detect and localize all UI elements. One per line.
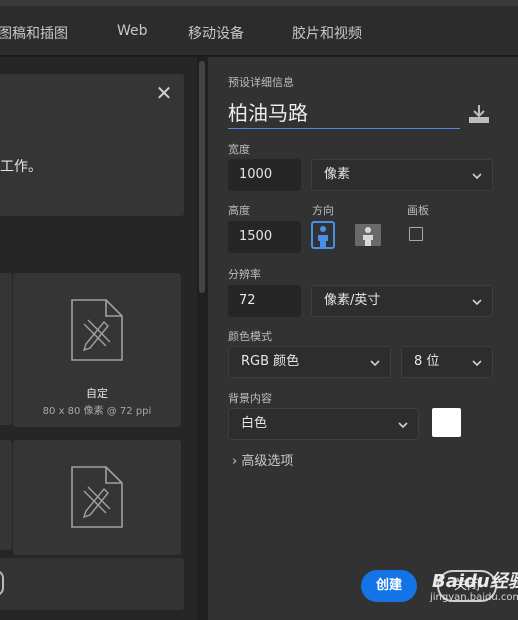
width-unit-select[interactable]: 像素: [311, 159, 493, 191]
create-button[interactable]: 创建: [361, 570, 417, 602]
color-mode-label: 颜色模式: [228, 330, 272, 343]
preset-details: 80 x 80 像素 @ 72 ppi: [42, 406, 152, 417]
search-bar[interactable]: [0, 558, 184, 610]
tab-mobile[interactable]: 移动设备: [188, 23, 244, 43]
chevron-down-icon: [472, 360, 482, 367]
watermark-url: jingyan.baidu.com: [430, 592, 518, 603]
preset-gallery-panel: ✕ 工作。 自定 80 x 80 像素 @ 72 ppi: [0, 57, 208, 620]
preset-details-panel: 预设详细信息 柏油马路 宽度 1000 像素 高度 方向 画板 1500 分辨率…: [208, 57, 518, 620]
orientation-label: 方向: [312, 204, 334, 217]
preset-category-tabs: 图稿和插图 Web 移动设备 胶片和视频: [0, 6, 518, 56]
close-message-icon[interactable]: ✕: [154, 83, 174, 103]
section-label: 预设详细信息: [228, 76, 294, 89]
preset-card-custom[interactable]: 自定 80 x 80 像素 @ 72 ppi: [13, 273, 181, 427]
height-input[interactable]: 1500: [228, 221, 301, 253]
preset-card-partial[interactable]: [0, 440, 12, 550]
chevron-down-icon: [370, 360, 380, 367]
chevron-right-icon: ›: [232, 454, 238, 469]
width-unit-value: 像素: [324, 167, 351, 182]
resolution-unit-select[interactable]: 像素/英寸: [311, 285, 493, 317]
preset-card[interactable]: [13, 440, 181, 555]
advanced-options-label: 高级选项: [241, 454, 294, 469]
artboard-checkbox[interactable]: [409, 227, 423, 241]
portrait-orientation-icon[interactable]: [311, 221, 335, 249]
preset-name: 自定: [86, 387, 108, 400]
background-value: 白色: [241, 416, 268, 431]
resolution-unit-value: 像素/英寸: [324, 293, 381, 308]
watermark-logo: Baidu经验: [432, 571, 518, 592]
artboard-label: 画板: [407, 204, 429, 217]
preset-card-partial[interactable]: [0, 273, 12, 425]
color-mode-value: RGB 颜色: [241, 354, 300, 369]
chevron-down-icon: [472, 173, 482, 180]
chevron-down-icon: [472, 299, 482, 306]
color-mode-select[interactable]: RGB 颜色: [228, 346, 391, 378]
document-name-input[interactable]: 柏油马路: [228, 99, 460, 129]
tab-film-video[interactable]: 胶片和视频: [292, 23, 362, 43]
document-icon: [71, 299, 123, 361]
height-label: 高度: [228, 204, 250, 217]
tab-artwork[interactable]: 图稿和插图: [0, 23, 68, 43]
chevron-down-icon: [398, 422, 408, 429]
background-select[interactable]: 白色: [228, 408, 419, 440]
resolution-label: 分辨率: [228, 268, 261, 281]
tab-web[interactable]: Web: [117, 23, 148, 39]
landscape-orientation-icon[interactable]: [354, 223, 382, 247]
resolution-input[interactable]: 72: [228, 285, 301, 317]
bit-depth-select[interactable]: 8 位: [401, 346, 493, 378]
width-label: 宽度: [228, 143, 250, 156]
document-icon: [71, 466, 123, 528]
save-preset-icon[interactable]: [467, 103, 491, 125]
width-input[interactable]: 1000: [228, 159, 301, 191]
background-color-swatch[interactable]: [432, 408, 461, 437]
bit-depth-value: 8 位: [414, 354, 440, 369]
background-label: 背景内容: [228, 392, 272, 405]
scrollbar-thumb[interactable]: [199, 61, 205, 293]
advanced-options-toggle[interactable]: › 高级选项: [232, 450, 293, 469]
message-text: 工作。: [0, 159, 42, 175]
